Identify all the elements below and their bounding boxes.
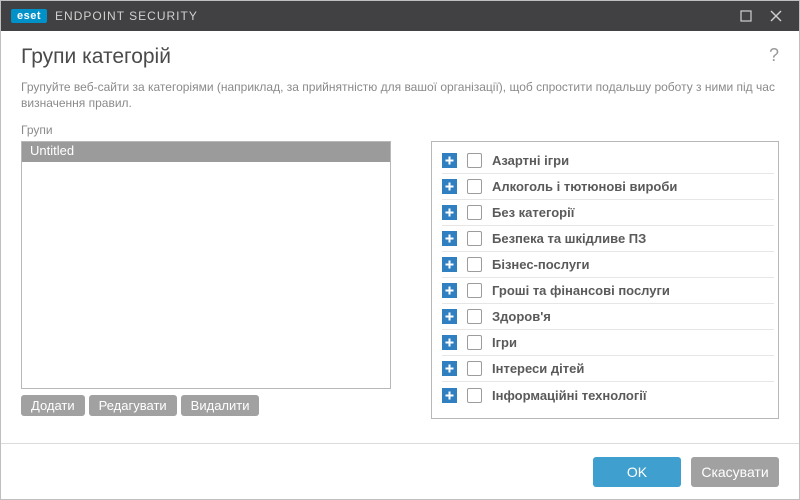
app-window: eset ENDPOINT SECURITY Групи категорій ?…: [0, 0, 800, 500]
expand-icon[interactable]: [442, 205, 457, 220]
footer: OK Скасувати: [1, 443, 799, 499]
expand-icon[interactable]: [442, 231, 457, 246]
product-name: ENDPOINT SECURITY: [55, 9, 198, 23]
category-checkbox[interactable]: [467, 205, 482, 220]
category-label: Інформаційні технології: [492, 388, 647, 403]
expand-icon[interactable]: [442, 153, 457, 168]
groups-label: Групи: [21, 123, 779, 137]
category-checkbox[interactable]: [467, 335, 482, 350]
content-area: Групи категорій ? Групуйте веб-сайти за …: [1, 31, 799, 443]
category-label: Без категорії: [492, 205, 574, 220]
minimize-icon: [740, 10, 752, 22]
expand-icon[interactable]: [442, 361, 457, 376]
groups-list[interactable]: Untitled: [21, 141, 391, 389]
titlebar: eset ENDPOINT SECURITY: [1, 1, 799, 31]
add-group-button[interactable]: Додати: [21, 395, 85, 416]
category-label: Здоров'я: [492, 309, 551, 324]
delete-group-button[interactable]: Видалити: [181, 395, 260, 416]
category-row: Гроші та фінансові послуги: [442, 278, 774, 304]
expand-icon[interactable]: [442, 179, 457, 194]
close-icon: [770, 10, 782, 22]
group-item[interactable]: Untitled: [22, 142, 390, 162]
expand-icon[interactable]: [442, 335, 457, 350]
category-label: Азартні ігри: [492, 153, 569, 168]
expand-icon[interactable]: [442, 257, 457, 272]
expand-icon[interactable]: [442, 283, 457, 298]
category-checkbox[interactable]: [467, 257, 482, 272]
header-row: Групи категорій ?: [21, 45, 779, 69]
category-checkbox[interactable]: [467, 361, 482, 376]
category-label: Безпека та шкідливе ПЗ: [492, 231, 646, 246]
category-row: Здоров'я: [442, 304, 774, 330]
page-description: Групуйте веб-сайти за категоріями (напри…: [21, 79, 779, 111]
ok-button[interactable]: OK: [593, 457, 681, 487]
category-label: Ігри: [492, 335, 517, 350]
category-checkbox[interactable]: [467, 153, 482, 168]
category-checkbox[interactable]: [467, 179, 482, 194]
minimize-button[interactable]: [731, 6, 761, 26]
category-label: Гроші та фінансові послуги: [492, 283, 670, 298]
categories-pane[interactable]: Азартні ігри Алкоголь і тютюнові вироби Бе…: [431, 141, 779, 419]
help-button[interactable]: ?: [769, 45, 779, 66]
panes: Untitled Додати Редагувати Видалити Азар…: [21, 141, 779, 419]
category-row: Інформаційні технології: [442, 382, 774, 408]
category-checkbox[interactable]: [467, 388, 482, 403]
category-row: Алкоголь і тютюнові вироби: [442, 174, 774, 200]
category-label: Алкоголь і тютюнові вироби: [492, 179, 677, 194]
close-button[interactable]: [761, 6, 791, 26]
cancel-button[interactable]: Скасувати: [691, 457, 779, 487]
page-title: Групи категорій: [21, 45, 171, 69]
category-row: Інтереси дітей: [442, 356, 774, 382]
category-checkbox[interactable]: [467, 231, 482, 246]
category-row: Безпека та шкідливе ПЗ: [442, 226, 774, 252]
category-row: Бізнес-послуги: [442, 252, 774, 278]
expand-icon[interactable]: [442, 388, 457, 403]
group-actions: Додати Редагувати Видалити: [21, 395, 391, 416]
category-checkbox[interactable]: [467, 283, 482, 298]
category-label: Бізнес-послуги: [492, 257, 589, 272]
edit-group-button[interactable]: Редагувати: [89, 395, 177, 416]
category-label: Інтереси дітей: [492, 361, 584, 376]
expand-icon[interactable]: [442, 309, 457, 324]
groups-pane: Untitled Додати Редагувати Видалити: [21, 141, 391, 419]
category-row: Ігри: [442, 330, 774, 356]
category-checkbox[interactable]: [467, 309, 482, 324]
category-row: Без категорії: [442, 200, 774, 226]
brand-logo: eset: [11, 9, 47, 23]
category-row: Азартні ігри: [442, 148, 774, 174]
